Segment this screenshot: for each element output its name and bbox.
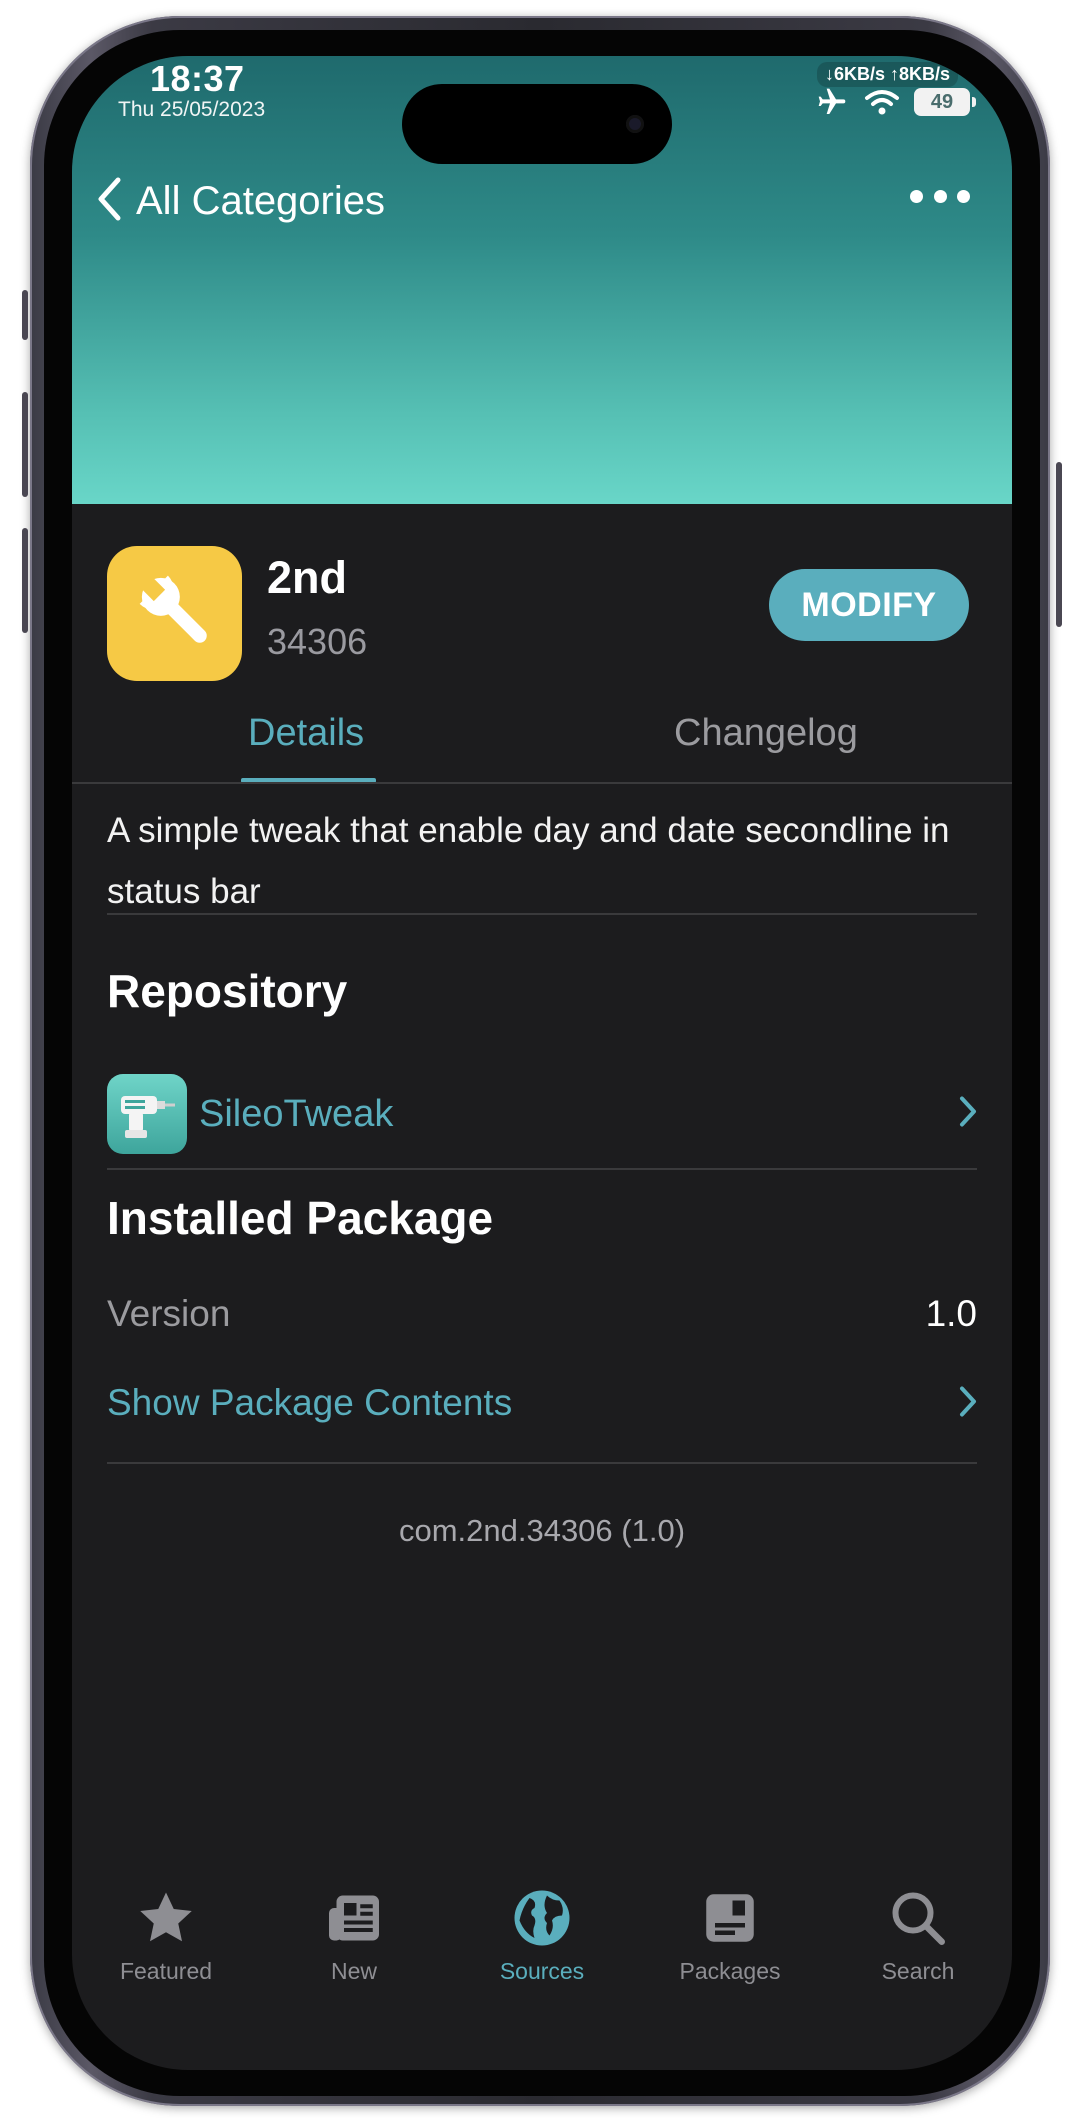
divider [107,1462,977,1464]
newspaper-icon [322,1886,386,1950]
tabbar-featured[interactable]: Featured [81,1886,251,2026]
tabs-divider [72,782,1012,784]
tab-changelog[interactable]: Changelog [674,712,858,755]
volume-down-button [22,528,28,633]
modify-button[interactable]: MODIFY [769,569,969,641]
show-package-contents-label: Show Package Contents [107,1382,513,1423]
dynamic-island [402,84,672,164]
status-icons: 49 [814,86,976,118]
divider [107,913,977,915]
action-button [22,290,28,340]
package-name: 2nd [267,552,348,603]
status-time: 18:37 [150,58,245,99]
tabbar-search[interactable]: Search [833,1886,1003,2026]
screen: 18:37 Thu 25/05/2023 ↓6KB/s ↑8KB/s 49 Al… [72,56,1012,2070]
package-author: 34306 [267,621,368,662]
more-options-button[interactable] [910,176,970,216]
show-package-contents-row[interactable]: Show Package Contents [107,1374,977,1434]
network-speed: ↓6KB/s ↑8KB/s [816,62,958,87]
package-identifier: com.2nd.34306 (1.0) [398,1513,686,1548]
tabbar-label: Sources [499,1958,585,1984]
tabbar-label: Search [881,1958,955,1984]
package-description: A simple tweak that enable day and date … [107,811,950,911]
star-icon [134,1886,198,1950]
installed-package-title: Installed Package [107,1192,494,1244]
version-label: Version [107,1293,231,1334]
status-date: Thu 25/05/2023 [118,98,266,121]
globe-icon [510,1886,574,1950]
tabbar-label: New [330,1958,377,1984]
package-icon [107,546,242,681]
chevron-right-icon [959,1096,977,1133]
tabbar-label: Packages [679,1958,781,1984]
package-icon [698,1886,762,1950]
tab-bar: Featured New Sources Packages Search [72,1886,1012,2026]
power-button [1056,462,1062,627]
wifi-icon [864,88,900,116]
tab-details[interactable]: Details [248,712,364,755]
wrench-icon [125,561,225,666]
search-icon [886,1886,950,1950]
version-value: 1.0 [925,1293,977,1334]
drill-icon [107,1074,187,1154]
back-button[interactable]: All Categories [96,176,385,227]
repository-row[interactable]: SileoTweak [107,1074,977,1154]
airplane-icon [814,86,850,118]
ellipsis-icon [910,189,923,203]
tabbar-packages[interactable]: Packages [645,1886,815,2026]
chevron-left-icon [96,176,122,227]
camera-icon [626,115,644,133]
tabbar-sources[interactable]: Sources [457,1886,627,2026]
repository-title: Repository [107,965,348,1017]
battery-icon: 49 [914,88,976,116]
chevron-right-icon [959,1386,977,1423]
back-label: All Categories [136,179,386,223]
volume-up-button [22,392,28,497]
tabbar-label: Featured [119,1958,213,1984]
repository-name: SileoTweak [199,1092,394,1135]
tabbar-new[interactable]: New [269,1886,439,2026]
